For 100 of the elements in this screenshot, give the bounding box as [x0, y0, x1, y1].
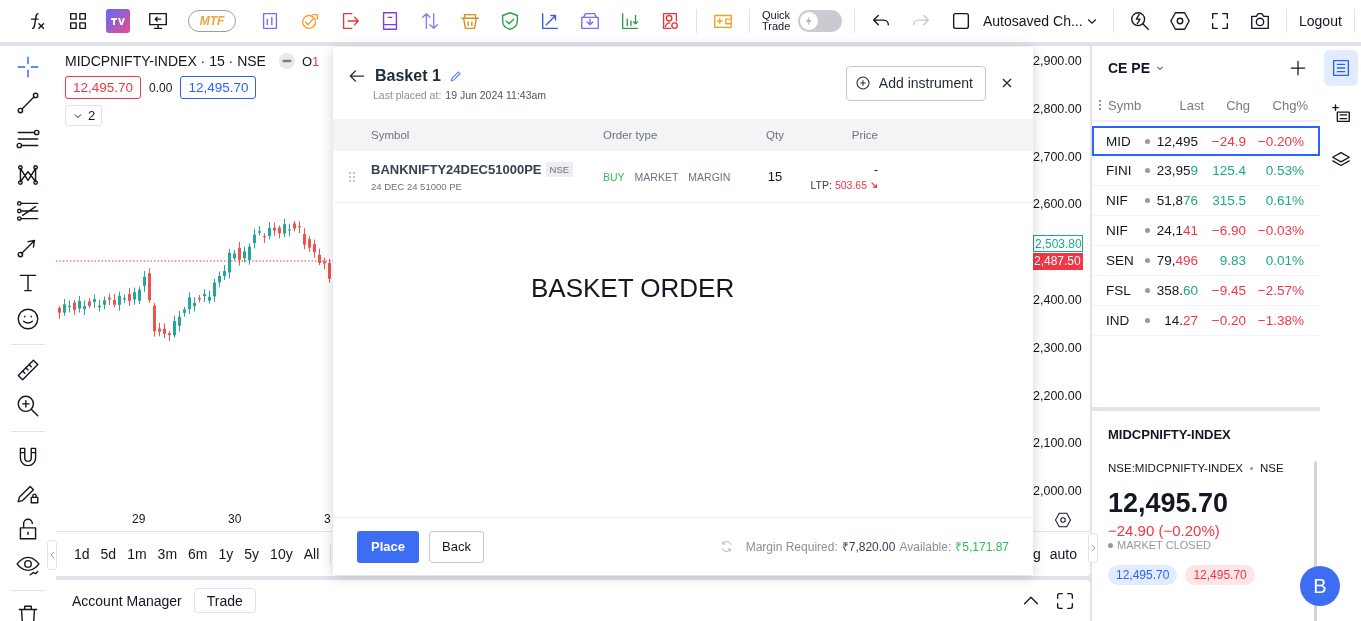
last-price: 23,959	[1155, 163, 1198, 178]
range-button[interactable]: 1d	[70, 543, 94, 565]
last-price: 51,876	[1155, 193, 1198, 208]
buy-price-button[interactable]: 12,495.70	[180, 76, 257, 99]
last-price: 24,141	[1155, 223, 1198, 238]
bid-chip: 12,495.70	[1108, 565, 1178, 585]
price-tag: 2,487.50	[1033, 253, 1083, 270]
time-label: 30	[228, 512, 242, 526]
quantity-value: 15	[766, 169, 784, 184]
basket-order-heading: BASKET ORDER	[531, 273, 735, 303]
column-header[interactable]: Chg	[1204, 97, 1250, 113]
price-label: 2,300.00	[1033, 340, 1082, 355]
price-label: 2,200.00	[1033, 388, 1082, 403]
range-button[interactable]: 5d	[96, 543, 121, 565]
column-header: Price	[850, 129, 878, 141]
range-button[interactable]: 1m	[123, 543, 151, 565]
change-value: 125.4	[1211, 163, 1246, 178]
column-header: Order type	[603, 129, 659, 141]
contract-details: 24 DEC 24 51000 PE	[371, 180, 463, 192]
change-percent: −1.38%	[1256, 313, 1304, 328]
range-button[interactable]: All	[299, 543, 324, 565]
range-button[interactable]: 1y	[214, 543, 238, 565]
margin-label: Margin Required:	[745, 539, 838, 554]
range-button[interactable]: 6m	[184, 543, 212, 565]
last-price: 358.60	[1155, 283, 1198, 298]
symbol-text: MID	[1106, 133, 1132, 149]
ltp-label: LTP:	[810, 179, 832, 191]
change-percent: −0.03%	[1256, 223, 1304, 238]
order-type: MARKET	[634, 170, 679, 183]
watchlist-dropdown[interactable]: CE PE	[1108, 60, 1166, 76]
full-symbol: NSE:MIDCPNIFTY-INDEX	[1108, 462, 1244, 474]
exchange-label: NSE	[1260, 462, 1284, 474]
price-change: −24.90 (−0.20%)	[1108, 522, 1221, 539]
last-placed-time: 19 Jun 2024 11:43am	[445, 88, 547, 101]
symbol-text: SEN	[1106, 253, 1135, 268]
place-button[interactable]: Place	[357, 530, 419, 563]
back-button[interactable]: Back	[429, 530, 484, 563]
watchlist-row[interactable]: MID 12,495 −24.9 −0.20%	[1092, 126, 1320, 156]
available-value: ₹5,171.87	[955, 539, 1009, 555]
price-value: -	[873, 162, 878, 177]
column-header: Symbol	[371, 129, 411, 141]
column-header[interactable]: Symb	[1106, 97, 1158, 113]
range-button[interactable]: 5y	[240, 543, 264, 565]
column-header[interactable]: Chg%	[1250, 97, 1308, 113]
exchange-tag: NSE	[545, 161, 574, 177]
change-value: 315.5	[1211, 193, 1246, 208]
last-price: 79,496	[1155, 253, 1198, 268]
price-label: 2,800.00	[1033, 101, 1082, 116]
ask-chip: 12,495.70	[1185, 565, 1255, 585]
change-percent: 0.01%	[1264, 253, 1304, 268]
column-header: Qty	[765, 129, 785, 141]
range-button[interactable]: 3m	[153, 543, 182, 565]
product-type: MARGIN	[688, 170, 731, 183]
range-button[interactable]: 10y	[266, 543, 297, 565]
quick-trade-label: Quick Trade	[762, 10, 792, 32]
symbol-text: IND	[1106, 313, 1131, 328]
last-price-large: 12,495.70	[1108, 488, 1230, 519]
change-value: −6.90	[1210, 223, 1246, 238]
spread-value: 0.00	[149, 80, 173, 95]
change-value: 9.83	[1218, 253, 1246, 268]
basket-title: Basket 1	[375, 66, 441, 85]
price-tag: 2,503.80	[1033, 235, 1083, 252]
price-label: 2,900.00	[1033, 54, 1082, 68]
time-label: 3	[324, 512, 331, 526]
ohlc-label: O	[301, 53, 313, 69]
available-label: Available:	[899, 539, 952, 554]
chart-symbol: MIDCPNIFTY-INDEX · 15 · NSE	[65, 53, 266, 69]
instrument-symbol: BANKNIFTY24DEC51000PE	[371, 161, 542, 177]
detail-title: MIDCPNIFTY-INDEX	[1108, 427, 1232, 442]
price-label: 2,000.00	[1033, 484, 1082, 499]
price-label: 2,400.00	[1033, 293, 1082, 307]
price-label: 2,600.00	[1033, 197, 1082, 212]
price-label: 2,700.00	[1033, 149, 1082, 164]
time-label: 29	[132, 512, 146, 526]
account-manager-title: Account Manager	[72, 592, 182, 609]
change-value: −9.45	[1210, 283, 1246, 298]
last-price: 12,495	[1155, 133, 1198, 149]
sell-price-button[interactable]: 12,495.70	[65, 76, 142, 99]
symbol-text: FINI	[1106, 163, 1133, 178]
change-value: −24.9	[1210, 133, 1246, 149]
logout-button[interactable]: Logout	[1293, 9, 1348, 33]
change-percent: −2.57%	[1256, 283, 1304, 298]
margin-value: ₹7,820.00	[841, 539, 896, 555]
indicators-toggle[interactable]: 2	[65, 105, 103, 126]
symbol-text: FSL	[1106, 283, 1132, 298]
auto-scale-button[interactable]: auto	[1045, 543, 1081, 565]
ltp-value: 503.65	[834, 179, 867, 191]
change-percent: 0.61%	[1264, 193, 1304, 208]
ohlc-value: 1	[312, 53, 320, 69]
chart-name-dropdown[interactable]: Autosaved Ch...	[983, 13, 1083, 29]
symbol-text: NIF	[1106, 223, 1129, 238]
scale-option[interactable]: g	[1032, 546, 1041, 562]
market-status: MARKET CLOSED	[1117, 539, 1211, 551]
order-side: BUY	[603, 170, 625, 183]
change-percent: −0.20%	[1256, 133, 1304, 149]
trade-tab[interactable]: Trade	[193, 588, 256, 613]
add-instrument-button[interactable]: Add instrument	[845, 65, 986, 101]
symbol-text: NIF	[1106, 193, 1129, 208]
change-percent: 0.53%	[1264, 163, 1304, 178]
column-header[interactable]: Last	[1158, 97, 1204, 113]
